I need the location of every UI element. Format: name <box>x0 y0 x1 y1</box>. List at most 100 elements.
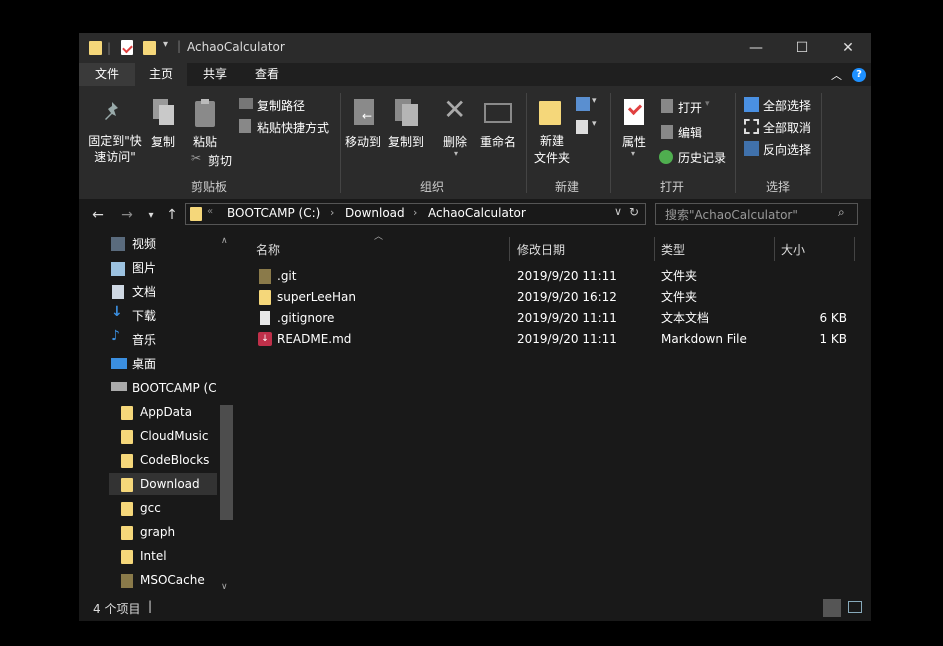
history-button[interactable]: 历史记录 <box>678 149 726 166</box>
open-dropdown-icon[interactable]: ▾ <box>705 99 710 109</box>
rename-button[interactable]: 重命名 <box>480 133 516 150</box>
column-divider[interactable] <box>774 237 775 261</box>
refresh-icon[interactable]: ↻ <box>629 205 639 219</box>
pin-to-quick-access-button[interactable]: 固定到"快 速访问" <box>87 133 143 165</box>
select-group-label: 选择 <box>765 180 790 194</box>
file-type: 文本文档 <box>661 311 710 325</box>
minimize-button[interactable]: — <box>733 33 779 63</box>
move-to-button[interactable]: 移动到 <box>345 133 381 150</box>
breadcrumb-bootcamp[interactable]: BOOTCAMP (C:) <box>227 206 320 220</box>
copy-path-button[interactable]: 复制路径 <box>257 97 305 114</box>
column-header-type[interactable]: 类型 <box>661 239 685 261</box>
close-button[interactable]: ✕ <box>825 33 871 63</box>
table-row[interactable]: superLeeHan 2019/9/20 16:12 文件夹 <box>249 287 859 308</box>
quick-access-dropdown-icon[interactable]: ▾ <box>163 39 168 50</box>
sidebar-item-graph[interactable]: graph <box>140 520 175 544</box>
sidebar-item-desktop[interactable]: 桌面 <box>132 352 156 376</box>
sidebar-item-bootcamp[interactable]: BOOTCAMP (C <box>132 376 217 400</box>
address-dropdown-icon[interactable]: ∨ <box>614 205 622 218</box>
sidebar-item-download[interactable]: Download <box>140 472 200 496</box>
breadcrumb-download[interactable]: Download <box>345 206 405 220</box>
folder-icon <box>121 454 133 468</box>
paste-button[interactable]: 粘贴 <box>193 133 217 150</box>
column-header-name[interactable]: 名称 <box>256 239 280 261</box>
download-icon: ↓ <box>111 304 123 320</box>
close-icon: ✕ <box>842 40 854 56</box>
search-icon[interactable]: ⌕ <box>838 205 845 220</box>
new-group-label: 新建 <box>554 180 579 194</box>
sidebar-item-cloudmusic[interactable]: CloudMusic <box>140 424 208 448</box>
new-item-dropdown-icon[interactable]: ▾ <box>592 96 597 106</box>
file-date: 2019/9/20 11:11 <box>517 332 617 346</box>
copy-to-button[interactable]: 复制到 <box>388 133 424 150</box>
back-arrow-icon[interactable]: ← <box>88 205 108 225</box>
table-row[interactable]: ↓ README.md 2019/9/20 11:11 Markdown Fil… <box>249 329 859 350</box>
invert-selection-button[interactable]: 反向选择 <box>763 141 811 158</box>
sidebar-item-appdata[interactable]: AppData <box>140 400 192 424</box>
edit-icon <box>661 125 673 139</box>
tab-share[interactable]: 共享 <box>189 63 241 86</box>
sidebar-scrollbar-thumb[interactable] <box>220 405 233 520</box>
cut-button[interactable]: 剪切 <box>208 152 232 169</box>
delete-dropdown-icon[interactable]: ▾ <box>454 149 458 158</box>
documents-icon <box>112 285 124 299</box>
easy-access-icon[interactable] <box>576 120 588 134</box>
tab-file[interactable]: 文件 <box>79 63 135 86</box>
sidebar-item-music[interactable]: 音乐 <box>132 328 156 352</box>
new-item-icon[interactable] <box>576 97 590 111</box>
properties-button[interactable]: 属性 <box>622 133 646 150</box>
breadcrumb-achaocalculator[interactable]: AchaoCalculator <box>428 206 526 220</box>
sidebar-item-video[interactable]: 视频 <box>132 232 156 256</box>
sidebar-item-gcc[interactable]: gcc <box>140 496 161 520</box>
sidebar-item-pictures[interactable]: 图片 <box>132 256 156 280</box>
ribbon-separator <box>610 93 611 193</box>
tab-view[interactable]: 查看 <box>241 63 293 86</box>
edit-button[interactable]: 编辑 <box>678 124 702 141</box>
collapse-ribbon-icon[interactable]: ︿ <box>831 67 842 83</box>
search-placeholder[interactable]: 搜索"AchaoCalculator" <box>665 206 798 223</box>
details-view-icon[interactable] <box>823 599 841 617</box>
easy-access-dropdown-icon[interactable]: ▾ <box>592 119 597 129</box>
file-name: README.md <box>277 332 352 346</box>
properties-dropdown-icon[interactable]: ▾ <box>631 149 635 158</box>
chevron-right-icon[interactable]: › <box>330 206 334 219</box>
large-icons-view-icon[interactable] <box>848 601 862 613</box>
scroll-down-icon[interactable]: ∨ <box>221 582 228 592</box>
file-name: .git <box>277 269 297 283</box>
help-icon[interactable]: ? <box>852 68 866 82</box>
folder-icon <box>121 406 133 420</box>
chevron-right-icon[interactable]: › <box>413 206 417 219</box>
table-row[interactable]: .gitignore 2019/9/20 11:11 文本文档 6 KB <box>249 308 859 329</box>
maximize-button[interactable]: ☐ <box>779 33 825 63</box>
properties-quick-icon[interactable] <box>121 40 133 55</box>
new-folder-button[interactable]: 新建 文件夹 <box>532 133 572 167</box>
scroll-up-icon[interactable]: ∧ <box>221 236 228 246</box>
column-divider[interactable] <box>854 237 855 261</box>
copy-path-icon <box>239 98 253 109</box>
separator: | <box>107 41 112 55</box>
sidebar-item-documents[interactable]: 文档 <box>132 280 156 304</box>
ribbon-separator <box>735 93 736 193</box>
column-header-size[interactable]: 大小 <box>781 239 805 261</box>
open-button[interactable]: 打开 <box>678 99 702 116</box>
sidebar-item-msocache[interactable]: MSOCache <box>140 568 205 592</box>
select-all-button[interactable]: 全部选择 <box>763 97 811 114</box>
sidebar-item-intel[interactable]: Intel <box>140 544 167 568</box>
delete-button[interactable]: 删除 <box>443 133 467 150</box>
copy-button[interactable]: 复制 <box>151 133 175 150</box>
tab-home[interactable]: 主页 <box>135 63 187 86</box>
paste-shortcut-button[interactable]: 粘贴快捷方式 <box>257 119 329 136</box>
up-arrow-icon[interactable]: ↑ <box>162 205 182 225</box>
select-none-button[interactable]: 全部取消 <box>763 119 811 136</box>
forward-arrow-icon[interactable]: → <box>117 205 137 225</box>
overflow-chevron-icon[interactable]: « <box>207 206 213 217</box>
new-folder-quick-icon[interactable] <box>143 41 156 55</box>
column-divider[interactable] <box>509 237 510 261</box>
recent-locations-icon[interactable]: ▾ <box>141 205 161 225</box>
table-row[interactable]: .git 2019/9/20 11:11 文件夹 <box>249 266 859 287</box>
file-name: .gitignore <box>277 311 335 325</box>
sidebar-item-downloads[interactable]: 下载 <box>132 304 156 328</box>
column-divider[interactable] <box>654 237 655 261</box>
sidebar-item-codeblocks[interactable]: CodeBlocks <box>140 448 209 472</box>
column-header-date[interactable]: 修改日期 <box>517 239 565 261</box>
